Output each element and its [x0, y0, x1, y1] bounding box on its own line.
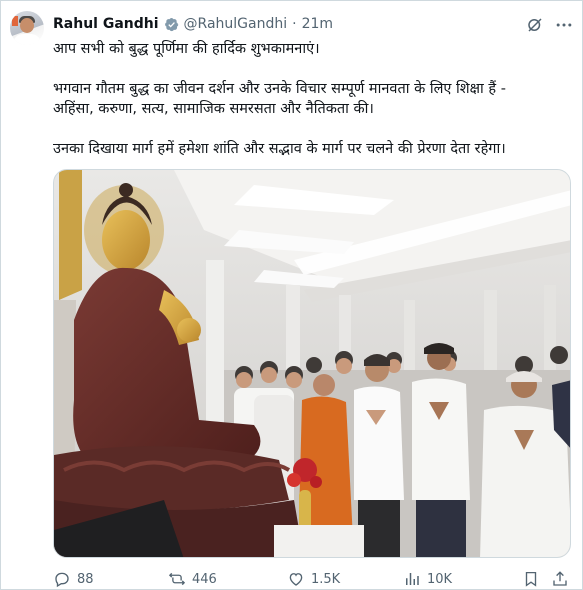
author-handle[interactable]: @RahulGandhi	[184, 16, 288, 32]
tweet-photo[interactable]	[53, 169, 571, 558]
views-icon	[406, 573, 419, 585]
views-count: 10K	[427, 571, 453, 587]
repost-count: 446	[192, 571, 217, 587]
views-button[interactable]: 10K	[403, 569, 452, 589]
action-bar: 88 446 1.5K 10K	[53, 569, 573, 589]
reply-icon	[55, 572, 69, 588]
repost-icon	[168, 572, 186, 586]
reply-button[interactable]: 88	[53, 569, 94, 589]
more-icon[interactable]	[554, 15, 574, 35]
like-button[interactable]: 1.5K	[287, 569, 340, 589]
tweet-text: आप सभी को बुद्ध पूर्णिमा की हार्दिक शुभक…	[53, 39, 573, 159]
bookmark-icon[interactable]	[522, 570, 540, 588]
tweet-line: उनका दिखाया मार्ग हमें हमेशा शांति और सद…	[53, 141, 506, 157]
photo-buddha-temple	[54, 170, 570, 557]
grok-icon[interactable]	[526, 16, 544, 34]
share-icon[interactable]	[551, 570, 569, 588]
like-icon	[289, 573, 303, 586]
avatar[interactable]	[10, 11, 44, 45]
tweet-header: Rahul Gandhi @RahulGandhi · 21m	[53, 14, 333, 34]
like-count: 1.5K	[311, 571, 341, 587]
tweet-line: आप सभी को बुद्ध पूर्णिमा की हार्दिक शुभक…	[53, 41, 320, 57]
tweet-line: अहिंसा, करुणा, सत्य, सामाजिक समरसता और न…	[53, 101, 374, 117]
separator-dot: ·	[292, 16, 297, 32]
verified-icon	[164, 17, 178, 31]
tweet-card[interactable]: Rahul Gandhi @RahulGandhi · 21m आप सभी क…	[0, 0, 583, 590]
repost-button[interactable]: 446	[168, 569, 217, 589]
tweet-line: भगवान गौतम बुद्ध का जीवन दर्शन और उनके व…	[53, 81, 506, 97]
timestamp[interactable]: 21m	[302, 16, 333, 32]
author-name[interactable]: Rahul Gandhi	[53, 16, 159, 32]
reply-count: 88	[77, 571, 94, 587]
